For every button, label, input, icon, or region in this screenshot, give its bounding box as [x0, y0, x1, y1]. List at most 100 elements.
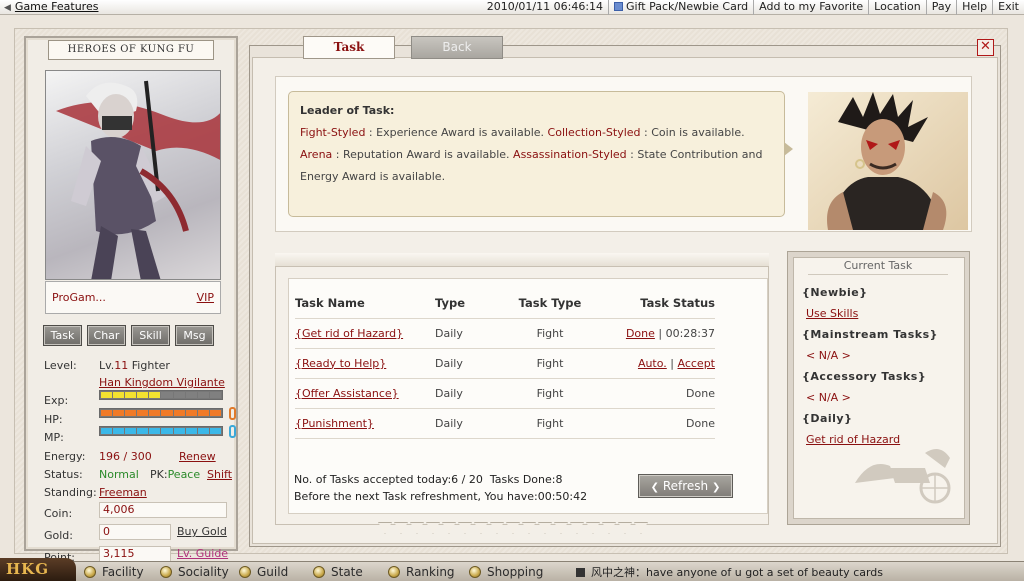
bar-segment	[185, 410, 197, 416]
coin-label: Coin:	[44, 507, 73, 520]
standing-value[interactable]: Freeman	[99, 486, 147, 499]
hp-label: HP:	[44, 413, 63, 426]
task-name-link[interactable]: {Get rid of Hazard}	[295, 327, 403, 340]
help-link[interactable]: Help	[956, 0, 992, 15]
table-row: {Punishment} Daily Fight Done	[295, 407, 715, 439]
close-button[interactable]: ✕	[977, 39, 994, 56]
decorative-strip	[378, 522, 648, 534]
mp-bar-cap	[229, 425, 236, 438]
game-features-link[interactable]: Game Features	[15, 0, 99, 13]
leader-title: Leader of Task:	[300, 104, 395, 117]
top-right-links: 2010/01/11 06:46:14 Gift Pack/Newbie Car…	[482, 0, 1024, 15]
bar-segment	[101, 410, 113, 416]
bar-segment	[125, 428, 137, 434]
accept-link[interactable]: Accept	[678, 357, 716, 370]
chariot-decoration-image	[855, 449, 951, 504]
menu-orb-icon	[239, 566, 251, 578]
add-favorite-link[interactable]: Add to my Favorite	[753, 0, 868, 15]
refresh-countdown-line: Before the next Task refreshment, You ha…	[294, 490, 588, 503]
col-task-name: Task Name	[295, 295, 365, 310]
player-name-row: ProGam... VIP	[45, 281, 221, 314]
bar-segment	[173, 428, 185, 434]
task-status-cell: Done | 00:28:37	[595, 317, 715, 348]
auto-link[interactable]: Auto.	[638, 357, 667, 370]
shift-link[interactable]: Shift	[207, 468, 232, 481]
task-summary: No. of Tasks accepted today:6 / 20 Tasks…	[294, 471, 587, 505]
back-arrow-icon[interactable]: ◀	[4, 3, 11, 13]
msg-tab-button[interactable]: Msg	[175, 325, 214, 346]
lv-guide-link[interactable]: Lv. Guide	[177, 547, 228, 560]
bar-segment	[113, 410, 125, 416]
task-status-cell: Done	[595, 377, 715, 408]
pay-link[interactable]: Pay	[925, 0, 956, 15]
level-value: Lv.11 Fighter	[99, 359, 170, 372]
bar-segment	[125, 410, 137, 416]
gold-value: 0	[99, 524, 171, 540]
refresh-button[interactable]: ❮ Refresh ❯	[638, 474, 733, 498]
skill-tab-button[interactable]: Skill	[131, 325, 170, 346]
bar-segment	[137, 410, 149, 416]
task-type-cell: Daily	[435, 377, 505, 408]
top-left: ◀ Game Features	[4, 0, 98, 15]
menu-orb-icon	[313, 566, 325, 578]
player-name[interactable]: ProGam...	[52, 282, 106, 313]
use-skills-link[interactable]: Use Skills	[806, 307, 858, 320]
mainstream-heading: {Mainstream Tasks}	[802, 328, 938, 341]
bar-segment	[197, 410, 209, 416]
bar-segment	[197, 392, 209, 398]
kingdom-title-link[interactable]: Han Kingdom Vigilante	[99, 376, 225, 389]
exit-link[interactable]: Exit	[992, 0, 1024, 15]
daily-heading: {Daily}	[802, 412, 853, 425]
bar-segment	[209, 410, 221, 416]
task-kind-cell: Fight	[505, 347, 595, 378]
task-name-link[interactable]: {Ready to Help}	[295, 357, 386, 370]
menu-sociality[interactable]: Sociality	[160, 565, 229, 579]
hp-bar	[99, 408, 223, 418]
buy-gold-link[interactable]: Buy Gold	[177, 525, 227, 538]
game-logo[interactable]: HKG	[0, 558, 76, 581]
bar-segment	[149, 428, 161, 434]
gift-icon	[614, 2, 624, 11]
menu-shopping[interactable]: Shopping	[469, 565, 543, 579]
char-tab-button[interactable]: Char	[87, 325, 126, 346]
task-leader-portrait	[808, 92, 968, 230]
menu-facility[interactable]: Facility	[84, 565, 144, 579]
task-kind-cell: Fight	[505, 317, 595, 348]
energy-label: Energy:	[44, 450, 86, 463]
gift-pack-link[interactable]: Gift Pack/Newbie Card	[608, 0, 753, 15]
menu-orb-icon	[469, 566, 481, 578]
character-portrait	[45, 70, 221, 280]
bar-segment	[101, 392, 113, 398]
bar-segment	[173, 410, 185, 416]
character-panel: HEROES OF KUNG FU ProGam... VIP Task Cha…	[24, 36, 238, 564]
task-name-link[interactable]: {Offer Assistance}	[295, 387, 399, 400]
task-timer: | 00:28:37	[658, 326, 715, 340]
col-task-status: Task Status	[640, 295, 715, 310]
menu-ranking[interactable]: Ranking	[388, 565, 455, 579]
task-tab-button[interactable]: Task	[43, 325, 82, 346]
task-kind-cell: Fight	[505, 377, 595, 408]
menu-state[interactable]: State	[313, 565, 363, 579]
status-label: Status:	[44, 468, 83, 481]
task-name-link[interactable]: {Punishment}	[295, 417, 374, 430]
done-link[interactable]: Done	[626, 327, 655, 340]
mp-bar	[99, 426, 223, 436]
back-tab[interactable]: Back	[411, 36, 503, 59]
bar-segment	[149, 392, 161, 398]
location-link[interactable]: Location	[868, 0, 926, 15]
chat-message: have anyone of u got a set of beauty car…	[646, 566, 884, 579]
refresh-icon: ❮	[650, 482, 659, 493]
task-tab[interactable]: Task	[303, 36, 395, 59]
chat-ticker[interactable]: 风中之神：have anyone of u got a set of beaut…	[576, 564, 1024, 581]
current-task-header: Current Task	[808, 259, 948, 275]
standing-label: Standing:	[44, 486, 97, 499]
col-type: Type	[435, 295, 466, 310]
top-bar: ◀ Game Features 2010/01/11 06:46:14 Gift …	[0, 0, 1024, 15]
tasks-panel-header	[275, 253, 769, 267]
coin-value: 4,006	[99, 502, 227, 518]
speaker-icon	[576, 568, 585, 577]
task-type-cell: Daily	[435, 347, 505, 378]
menu-guild[interactable]: Guild	[239, 565, 288, 579]
vip-link[interactable]: VIP	[197, 282, 214, 313]
renew-link[interactable]: Renew	[179, 450, 216, 463]
